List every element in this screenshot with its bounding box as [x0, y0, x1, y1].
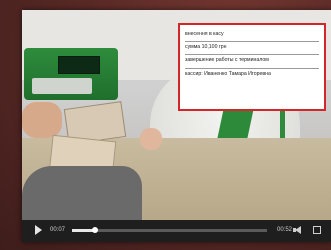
currency-counter-machine [24, 48, 118, 100]
cashier-hand [140, 128, 162, 150]
overlay-line-3: завершение работы с терминалом [185, 57, 269, 64]
seek-handle[interactable] [92, 227, 99, 233]
video-frame[interactable]: внесення в касу сумма 10,100 грн заверше… [22, 10, 331, 220]
overlay-line-4: кассир: Иваненко Тамара Игоревна [185, 70, 271, 77]
duration: 00:52 [277, 227, 293, 233]
player-controls: 00:07 00:52 [22, 220, 331, 242]
seek-bar[interactable] [72, 227, 267, 233]
customer-hand [22, 102, 62, 138]
machine-display [58, 56, 100, 74]
machine-tray [32, 78, 92, 94]
play-icon[interactable] [35, 225, 42, 235]
video-player[interactable]: внесення в касу сумма 10,100 грн заверше… [22, 10, 331, 242]
volume-icon-cone[interactable] [295, 226, 301, 234]
overlay-line-1: внесення в касу [185, 31, 224, 37]
current-time: 00:07 [50, 227, 66, 233]
caption-overlay: внесення в касу сумма 10,100 грн заверше… [178, 23, 326, 111]
fullscreen-icon[interactable] [313, 226, 321, 234]
customer-sleeve [22, 166, 142, 220]
overlay-line-2: сумма 10,100 грн [185, 44, 227, 51]
